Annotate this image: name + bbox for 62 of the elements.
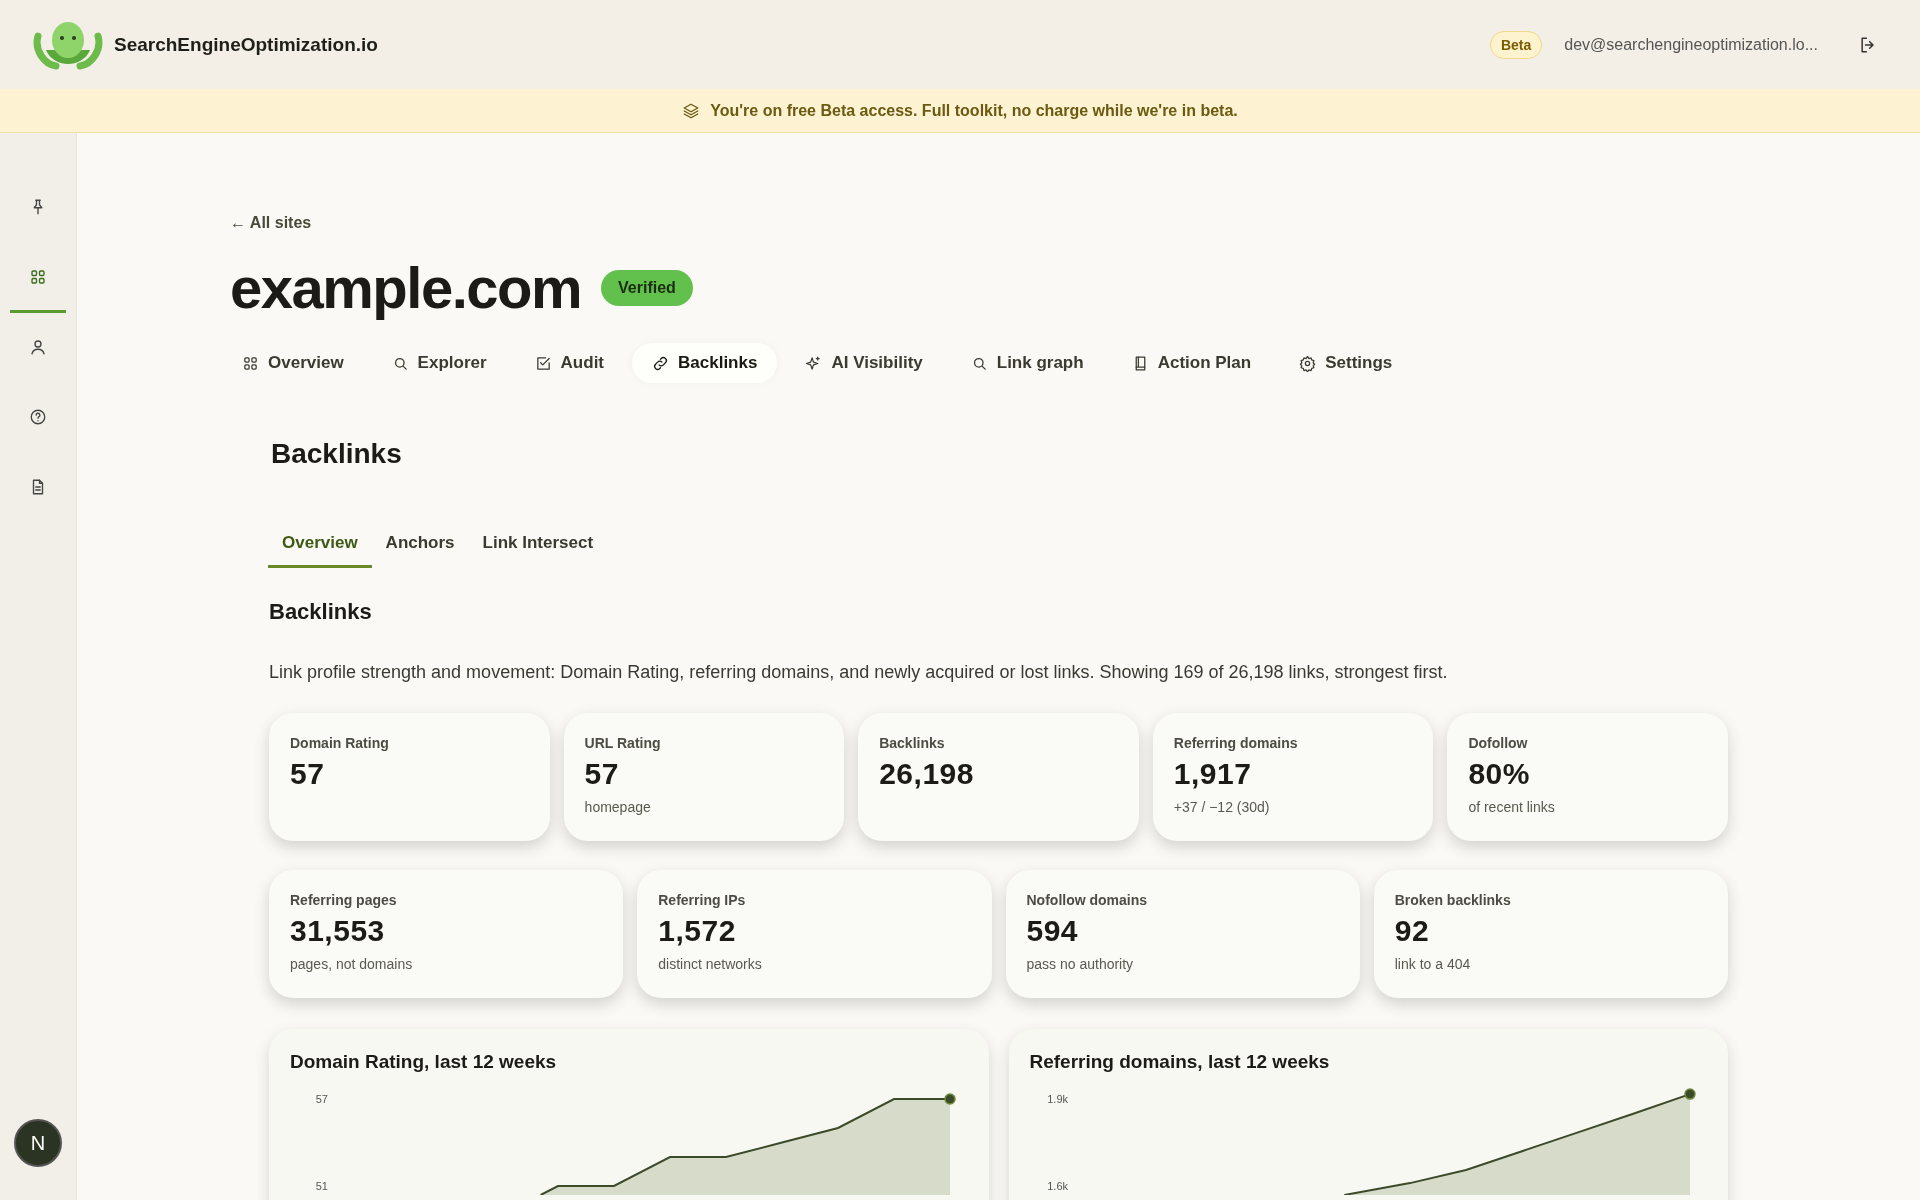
metric-value: 92 bbox=[1394, 914, 1431, 948]
layers-icon bbox=[682, 101, 701, 120]
panel-description: Link profile strength and movement: Domain Rating, referring domains, and newly acquired or lost links. Showing 169 of 26,198 links, strongest first. bbox=[269, 662, 1449, 683]
metric-label: URL Rating bbox=[584, 735, 662, 751]
metric-note: link to a 404 bbox=[1394, 956, 1472, 972]
metric-label: Referring domains bbox=[1173, 735, 1299, 751]
nav-tab[interactable]: Overview bbox=[222, 343, 364, 383]
metric-value: 80% bbox=[1468, 757, 1531, 791]
back-link[interactable]: ← All sites bbox=[230, 214, 312, 231]
metric-value: 31,553 bbox=[290, 914, 386, 948]
chart-title: Referring domains, last 12 weeks bbox=[1029, 1051, 1331, 1073]
chart-title: Domain Rating, last 12 weeks bbox=[290, 1051, 558, 1073]
metric-value: 26,198 bbox=[879, 757, 975, 791]
nav-tab[interactable]: Settings bbox=[1279, 343, 1413, 383]
metric-label: Broken backlinks bbox=[1394, 892, 1512, 908]
verified-badge: Verified bbox=[601, 269, 693, 306]
axis-label: 1.9k bbox=[1046, 1093, 1068, 1105]
nav-tab[interactable]: Audit bbox=[514, 343, 625, 383]
metric-value: 594 bbox=[1026, 914, 1080, 948]
metric-label: Dofollow bbox=[1468, 735, 1529, 751]
link-icon bbox=[652, 354, 670, 372]
metric-note: pages, not domains bbox=[290, 956, 414, 972]
metric-label: Referring pages bbox=[290, 892, 398, 908]
checkbox-icon bbox=[534, 354, 552, 372]
site-title: example.com bbox=[230, 254, 581, 321]
sub-tab[interactable]: Overview bbox=[268, 533, 372, 568]
axis-label: 51 bbox=[315, 1180, 328, 1192]
panel-title: Backlinks bbox=[269, 599, 373, 625]
metric-note: homepage bbox=[584, 799, 652, 815]
axis-label: 57 bbox=[315, 1093, 328, 1105]
beta-notice: You're on free Beta access. Full toolkit, no charge while we're in beta. bbox=[710, 101, 1238, 120]
metric-note: pass no authority bbox=[1026, 956, 1135, 972]
user-email: dev@searchengineoptimization.lo... bbox=[1564, 35, 1818, 54]
sub-tab[interactable]: Anchors bbox=[371, 533, 469, 568]
section-title: Backlinks bbox=[271, 438, 403, 470]
brand-name: SearchEngineOptimization.io bbox=[114, 33, 378, 56]
axis-label: 1.6k bbox=[1046, 1180, 1068, 1192]
metric-value: 57 bbox=[290, 757, 326, 791]
nav-tab[interactable]: Action Plan bbox=[1111, 343, 1272, 383]
metric-note: distinct networks bbox=[658, 956, 763, 972]
nav-tab[interactable]: Link graph bbox=[950, 343, 1104, 383]
metric-value: 1,572 bbox=[658, 914, 737, 948]
user-icon bbox=[29, 337, 47, 356]
metric-value: 1,917 bbox=[1173, 757, 1253, 791]
nav-tab[interactable]: AI Visibility bbox=[785, 343, 943, 383]
metric-label: Referring IPs bbox=[658, 892, 747, 908]
settings-icon bbox=[1299, 354, 1317, 372]
avatar[interactable]: N bbox=[14, 1119, 62, 1167]
nav-tab[interactable]: Explorer bbox=[371, 343, 507, 383]
nav-tab[interactable]: Backlinks bbox=[632, 343, 778, 383]
metric-label: Domain Rating bbox=[290, 735, 390, 751]
metric-note: +37 / −12 (30d) bbox=[1173, 799, 1271, 815]
sparkle-icon bbox=[805, 354, 823, 372]
help-icon bbox=[29, 407, 47, 426]
grid-icon bbox=[242, 354, 259, 372]
sub-tab[interactable]: Link Intersect bbox=[468, 533, 608, 568]
metric-label: Nofollow domains bbox=[1026, 892, 1149, 908]
metric-label: Backlinks bbox=[879, 735, 946, 751]
grid-icon bbox=[29, 267, 47, 286]
metric-value: 57 bbox=[584, 757, 620, 791]
metric-note: of recent links bbox=[1468, 799, 1556, 815]
beta-badge: Beta bbox=[1489, 30, 1543, 59]
